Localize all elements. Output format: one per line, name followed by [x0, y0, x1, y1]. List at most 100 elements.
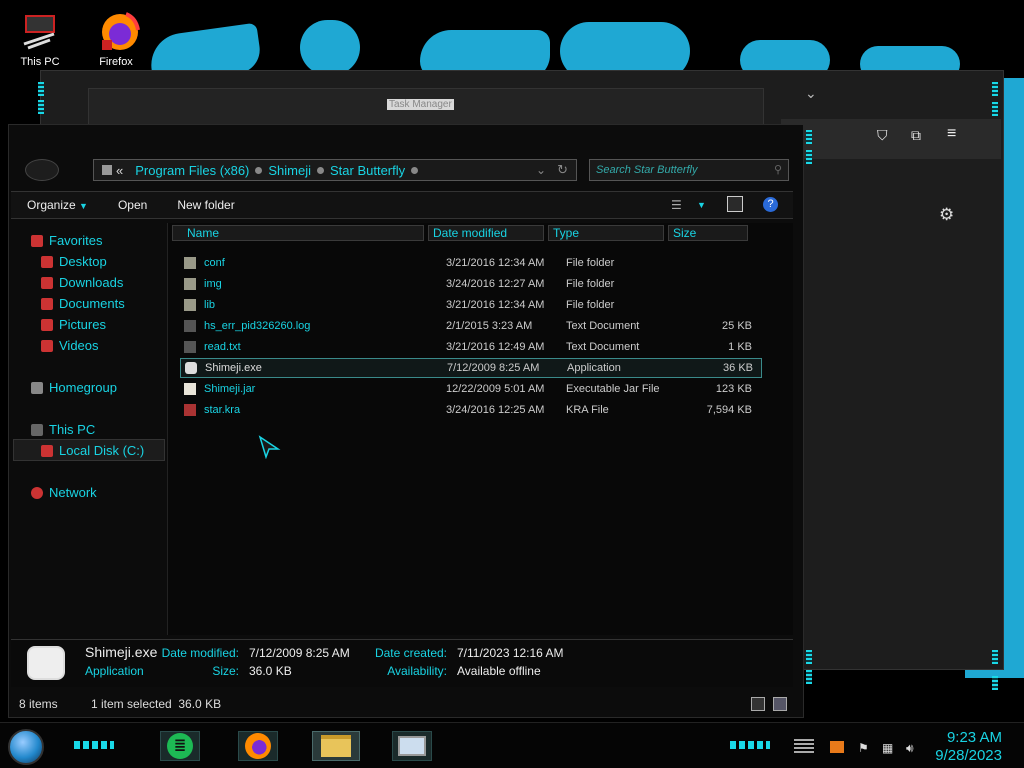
column-header-size[interactable]: Size [668, 225, 748, 241]
pictures-icon [41, 318, 53, 331]
details-date-modified-label: Date modified: [161, 646, 239, 660]
network-icon [31, 486, 43, 499]
desktop-icon-this-pc[interactable]: This PC [12, 14, 68, 68]
breadcrumb-separator[interactable] [255, 166, 263, 174]
nav-desktop[interactable]: Desktop [41, 254, 107, 269]
back-forward-button[interactable] [25, 159, 59, 181]
details-size: 36.0 KB [249, 664, 292, 678]
breadcrumb-shimeji[interactable]: Shimeji [268, 163, 311, 178]
breadcrumb-star-butterfly[interactable]: Star Butterfly [330, 163, 405, 178]
frame-accent [992, 82, 998, 96]
new-folder-button[interactable]: New folder [177, 198, 234, 212]
homegroup-icon [31, 381, 43, 394]
column-header-name[interactable]: Name [172, 225, 424, 241]
command-bar: Organize ▼ Open New folder ☰ ▼ ? [11, 191, 793, 219]
column-header-type[interactable]: Type [548, 225, 664, 241]
nav-downloads[interactable]: Downloads [41, 275, 123, 290]
computer-icon [20, 14, 60, 54]
column-header-date[interactable]: Date modified [428, 225, 544, 241]
large-icons-view-icon[interactable] [773, 697, 787, 711]
nav-local-disk[interactable]: Local Disk (C:) [41, 443, 144, 458]
file-row[interactable]: conf 3/21/2016 12:34 AM File folder [184, 253, 754, 273]
java-file-icon [184, 383, 196, 395]
frame-accent [38, 100, 44, 114]
gear-icon[interactable]: ⚙ [939, 205, 954, 225]
clock-time: 9:23 AM [946, 729, 1002, 746]
frame-accent [38, 82, 44, 96]
file-row[interactable]: star.kra 3/24/2016 12:25 AM KRA File 7,594 … [184, 400, 754, 420]
taskbar-file-explorer[interactable] [312, 731, 360, 761]
file-row[interactable]: Shimeji.jar 12/22/2009 5:01 AM Executable … [184, 379, 754, 399]
nav-pictures[interactable]: Pictures [41, 317, 106, 332]
file-row[interactable]: img 3/24/2016 12:27 AM File folder [184, 274, 754, 294]
search-icon[interactable]: ⚲ [774, 163, 782, 176]
nav-this-pc[interactable]: This PC [31, 422, 95, 437]
breadcrumb-separator[interactable] [317, 166, 324, 174]
nav-documents[interactable]: Documents [41, 296, 125, 311]
network-status-icon[interactable]: ▦ [882, 741, 896, 755]
refresh-icon[interactable]: ↻ [557, 162, 568, 178]
chevron-down-icon[interactable]: ▼ [697, 200, 706, 210]
taskbar-notes-app[interactable]: ≣ [160, 731, 200, 761]
view-options-icon[interactable]: ☰ [671, 198, 682, 212]
start-button[interactable] [8, 729, 44, 765]
desktop-icon [41, 255, 53, 268]
help-icon[interactable]: ? [763, 197, 778, 212]
documents-icon [41, 297, 53, 310]
column-headers: Name Date modified Type Size [172, 225, 792, 241]
folder-icon [184, 299, 196, 311]
breadcrumb-overflow[interactable]: « [116, 163, 123, 178]
nav-network[interactable]: Network [31, 485, 97, 500]
pocket-icon[interactable]: ⛉ [877, 127, 888, 144]
status-bar: 8 items 1 item selected 36.0 KB [11, 693, 793, 715]
preview-pane-icon[interactable] [727, 196, 743, 212]
taskbar: ≣ ⚑ ▦ 🔊︎ 9:23 AM 9/28/2023 [0, 722, 1024, 768]
file-row[interactable]: lib 3/21/2016 12:34 AM File folder [184, 295, 754, 315]
frame-accent [806, 670, 812, 684]
details-availability: Available offline [457, 664, 541, 678]
firefox-icon [96, 8, 140, 54]
file-row[interactable]: hs_err_pid326260.log 2/1/2015 3:23 AM Text… [184, 316, 754, 336]
details-pane: Shimeji.exe Application Date modified: 7… [11, 639, 793, 687]
breadcrumb-separator[interactable] [411, 166, 419, 174]
folder-icon [184, 278, 196, 290]
notes-icon: ≣ [167, 733, 193, 759]
star-icon [31, 234, 43, 247]
taskbar-firefox[interactable] [238, 731, 278, 761]
file-row[interactable]: read.txt 3/21/2016 12:49 AM Text Document 1… [184, 337, 754, 357]
desktop-icon-label: This PC [20, 56, 60, 68]
search-input[interactable]: Search Star Butterfly ⚲ [589, 159, 789, 181]
selected-file-icon [27, 646, 65, 680]
explorer-window[interactable]: « Program Files (x86) Shimeji Star Butte… [8, 124, 804, 718]
nav-videos[interactable]: Videos [41, 338, 99, 353]
address-dropdown-icon[interactable]: ⌄ [536, 163, 546, 177]
breadcrumb-program-files[interactable]: Program Files (x86) [135, 163, 249, 178]
menu-icon[interactable]: ≡ [947, 125, 956, 143]
flag-icon[interactable]: ⚑ [858, 741, 872, 755]
tray-app-icon[interactable] [830, 741, 844, 753]
frame-accent [806, 130, 812, 144]
file-row-selected[interactable]: Shimeji.exe 7/12/2009 8:25 AM Application 3… [180, 358, 762, 378]
system-clock[interactable]: 9:23 AM 9/28/2023 [935, 729, 1002, 765]
address-bar[interactable]: « Program Files (x86) Shimeji Star Butte… [93, 159, 577, 181]
background-window-task-manager[interactable]: Task Manager [88, 88, 764, 128]
open-button[interactable]: Open [118, 198, 147, 212]
extensions-icon[interactable]: ⧉ [911, 127, 921, 144]
computer-icon [31, 423, 43, 436]
videos-icon [41, 339, 53, 352]
desktop-icon-firefox[interactable]: Firefox [88, 8, 144, 68]
clock-date: 9/28/2023 [935, 747, 1002, 764]
nav-homegroup[interactable]: Homegroup [31, 380, 117, 395]
chevron-down-icon[interactable]: ⌄ [805, 85, 817, 102]
taskbar-task-manager[interactable] [392, 731, 432, 761]
task-manager-icon [398, 736, 426, 756]
nav-favorites[interactable]: Favorites [31, 233, 102, 248]
frame-accent [992, 676, 998, 690]
volume-icon[interactable]: 🔊︎ [906, 741, 920, 755]
taskbar-accent [74, 741, 114, 749]
show-desktop-icon[interactable] [794, 739, 814, 753]
navigation-pane: Favorites Desktop Downloads Documents Pi… [11, 223, 165, 635]
details-view-icon[interactable] [751, 697, 765, 711]
taskbar-accent [730, 741, 770, 749]
organize-button[interactable]: Organize ▼ [27, 198, 88, 212]
